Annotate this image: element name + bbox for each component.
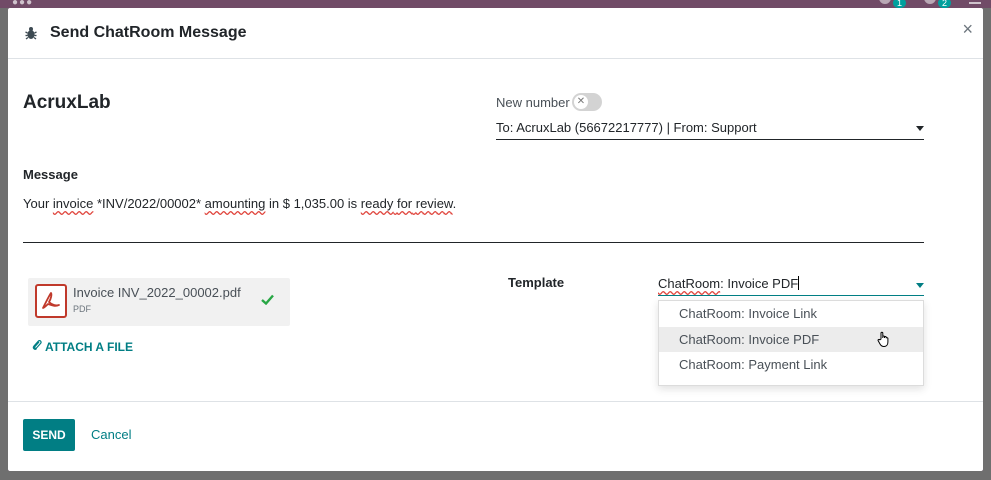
apps-menu-icon[interactable]: ●●●	[12, 0, 33, 8]
send-chatroom-dialog: Send ChatRoom Message × AcruxLab New num…	[8, 8, 983, 471]
message-text-part: Your	[23, 196, 53, 211]
attachment-filename: Invoice INV_2022_00002.pdf	[73, 285, 241, 300]
paperclip-icon	[32, 339, 42, 354]
text-cursor	[798, 276, 800, 290]
menu-icon[interactable]	[969, 2, 981, 4]
cancel-button[interactable]: Cancel	[91, 427, 131, 442]
attachment-type: PDF	[73, 304, 91, 314]
template-option-label: ChatRoom: Invoice PDF	[679, 331, 820, 347]
caret-down-icon[interactable]	[916, 283, 924, 288]
message-text-part: amounting	[204, 196, 266, 211]
attach-file-button[interactable]: ATTACH A FILE	[32, 339, 133, 354]
modal-backdrop-bottom	[0, 471, 991, 480]
activity-icon[interactable]: 1	[878, 0, 906, 8]
message-text-part: in $ 1,035.00 is	[265, 196, 361, 211]
message-text-part: .	[452, 196, 457, 211]
attachment-card[interactable]: Invoice INV_2022_00002.pdf PDF	[28, 278, 290, 326]
dialog-header: Send ChatRoom Message ×	[8, 8, 983, 59]
dialog-title: Send ChatRoom Message	[50, 24, 247, 41]
new-number-toggle[interactable]: ✕	[572, 93, 602, 111]
caret-down-icon	[916, 126, 924, 131]
dialog-footer: SEND Cancel	[8, 401, 983, 471]
pdf-icon	[35, 284, 67, 318]
template-value-rest: : Invoice PDF	[720, 276, 799, 291]
template-value-prefix: ChatRoom	[658, 276, 721, 291]
template-label: Template	[508, 275, 565, 290]
message-text-part: for	[396, 196, 413, 211]
message-text-part: *INV/2022/00002*	[93, 196, 205, 211]
template-input[interactable]: ChatRoom: Invoice PDF	[658, 274, 924, 296]
message-text-part: invoice	[52, 196, 94, 211]
new-number-label: New number	[496, 95, 570, 110]
messaging-badge: 2	[937, 0, 951, 8]
template-dropdown: ChatRoom: Invoice Link ChatRoom: Invoice…	[658, 300, 924, 386]
partner-name: AcruxLab	[23, 92, 111, 113]
attach-file-label: ATTACH A FILE	[45, 339, 133, 354]
template-option-label: ChatRoom: Invoice Link	[679, 306, 818, 321]
activity-badge: 1	[892, 0, 906, 8]
message-text-part: review	[415, 196, 453, 211]
template-option-payment-link[interactable]: ChatRoom: Payment Link	[659, 352, 923, 378]
message-textarea[interactable]: Your invoice *INV/2022/00002* amounting …	[23, 196, 924, 243]
conversation-select[interactable]: To: AcruxLab (56672217777) | From: Suppo…	[496, 118, 924, 140]
close-button[interactable]: ×	[962, 20, 973, 38]
bug-icon	[22, 24, 40, 42]
messaging-icon[interactable]: 2	[923, 0, 951, 8]
send-button[interactable]: SEND	[23, 419, 75, 451]
message-label: Message	[23, 167, 78, 182]
message-text-part: ready	[360, 196, 394, 211]
template-option-invoice-pdf[interactable]: ChatRoom: Invoice PDF	[659, 326, 923, 352]
check-icon	[261, 293, 274, 308]
modal-backdrop-right	[983, 8, 991, 480]
template-option-label: ChatRoom: Payment Link	[679, 357, 828, 372]
conversation-select-value: To: AcruxLab (56672217777) | From: Suppo…	[496, 120, 757, 135]
top-navbar: ●●● 1 2	[0, 0, 991, 8]
modal-backdrop-left	[0, 8, 8, 480]
navbar-systray: 1 2	[878, 0, 981, 8]
template-option-invoice-link[interactable]: ChatRoom: Invoice Link	[659, 301, 923, 327]
x-icon: ✕	[574, 95, 588, 109]
